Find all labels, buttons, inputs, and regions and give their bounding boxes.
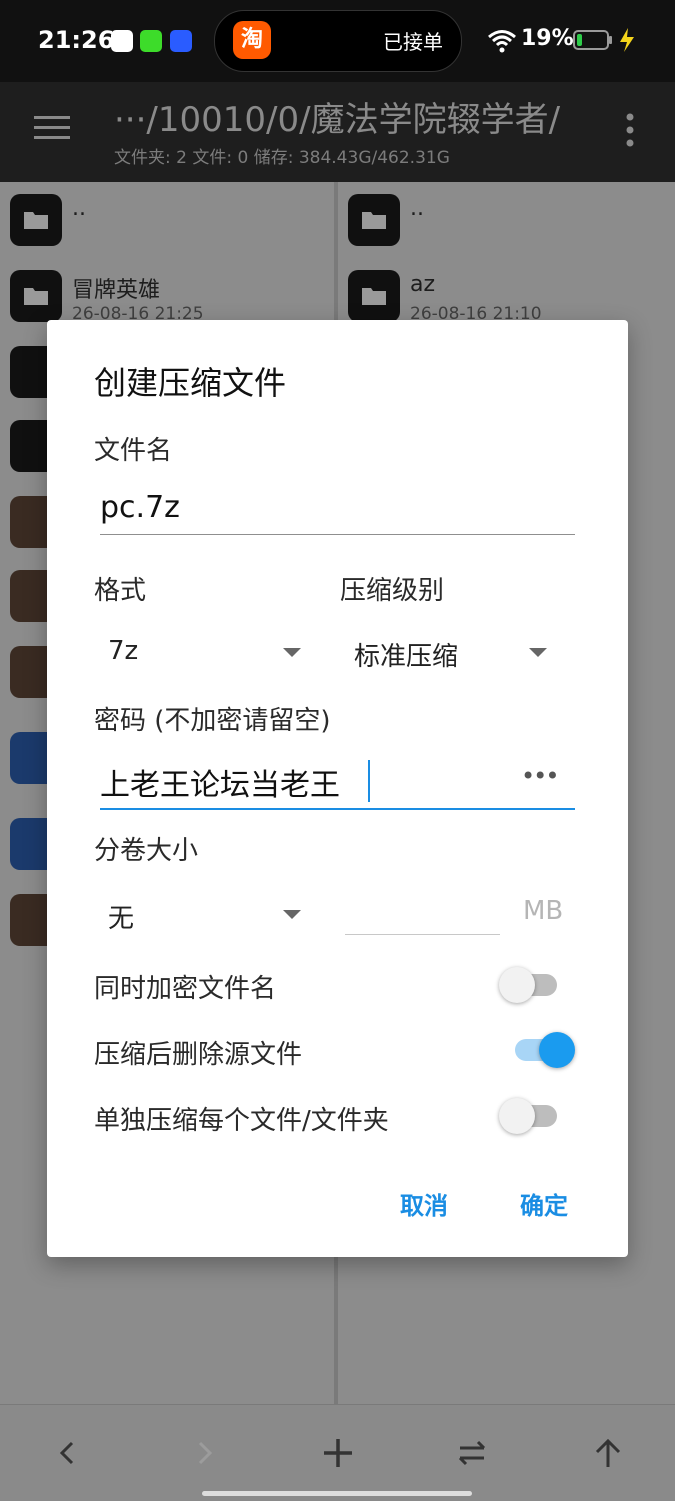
- file-name: ..: [72, 196, 86, 221]
- storage-stats: 文件夹: 2 文件: 0 储存: 384.43G/462.31G: [114, 148, 450, 168]
- add-icon[interactable]: [318, 1433, 358, 1473]
- home-indicator[interactable]: [202, 1491, 472, 1496]
- compression-level-label: 压缩级别: [340, 576, 445, 606]
- filename-underline: [100, 534, 575, 535]
- notification-app-icon: [111, 30, 133, 52]
- swap-panes-icon[interactable]: [452, 1433, 492, 1473]
- filename-input[interactable]: pc.7z: [100, 490, 180, 525]
- dynamic-island-pill[interactable]: 淘 已接单: [214, 10, 462, 72]
- folder-icon: [10, 270, 62, 322]
- status-time: 21:26: [38, 26, 115, 54]
- app-bar: ···/10010/0/魔法学院辍学者/ 文件夹: 2 文件: 0 储存: 38…: [0, 82, 675, 182]
- confirm-button[interactable]: 确定: [520, 1186, 568, 1221]
- volume-unit-label: MB: [523, 896, 564, 926]
- filename-label: 文件名: [94, 436, 173, 466]
- password-input[interactable]: 上老王论坛当老王: [100, 760, 340, 804]
- list-item[interactable]: ..: [338, 182, 675, 256]
- dropdown-caret-icon: [283, 910, 301, 919]
- volume-size-select[interactable]: 无: [94, 882, 304, 942]
- volume-size-label: 分卷大小: [94, 836, 199, 866]
- volume-size-value: 无: [108, 904, 135, 934]
- volume-size-input[interactable]: [345, 890, 500, 934]
- forward-arrow-icon[interactable]: [184, 1433, 224, 1473]
- password-label: 密码 (不加密请留空): [94, 706, 331, 736]
- format-select[interactable]: 7z: [94, 620, 304, 680]
- switch-thumb: [499, 1098, 535, 1134]
- pill-status-text: 已接单: [383, 30, 443, 54]
- file-name: ..: [410, 196, 424, 221]
- toggle-label: 同时加密文件名: [94, 974, 277, 1004]
- status-bar: 21:26 淘 已接单 19%: [0, 0, 675, 82]
- battery-icon: [573, 30, 609, 50]
- bottom-toolbar: [0, 1404, 675, 1501]
- create-archive-dialog: 创建压缩文件 文件名 pc.7z 格式 压缩级别 7z 标准压缩 密码 (不加密…: [47, 320, 628, 1257]
- notification-app-icon: [140, 30, 162, 52]
- toggle-label: 压缩后删除源文件: [94, 1040, 303, 1070]
- battery-tip: [609, 36, 612, 44]
- volume-size-underline: [345, 934, 500, 935]
- folder-icon: [10, 194, 62, 246]
- file-name: 冒牌英雄: [72, 278, 161, 303]
- compress-separately-switch[interactable]: [499, 1098, 567, 1134]
- text-cursor: [368, 760, 370, 802]
- dialog-title: 创建压缩文件: [94, 364, 287, 402]
- compression-level-value: 标准压缩: [354, 642, 459, 672]
- more-options-icon[interactable]: [622, 112, 638, 148]
- battery-percent: 19%: [521, 26, 574, 51]
- dropdown-caret-icon: [283, 648, 301, 657]
- battery-level-fill: [577, 34, 583, 46]
- up-arrow-icon[interactable]: [588, 1433, 628, 1473]
- password-underline: [100, 808, 575, 810]
- toggle-label: 单独压缩每个文件/文件夹: [94, 1106, 389, 1136]
- format-label: 格式: [94, 576, 147, 606]
- delete-source-switch[interactable]: [509, 1032, 577, 1068]
- dropdown-caret-icon: [529, 648, 547, 657]
- taobao-icon: 淘: [233, 21, 271, 59]
- switch-thumb: [539, 1032, 575, 1068]
- switch-thumb: [499, 967, 535, 1003]
- charging-icon: [620, 28, 634, 52]
- format-select-value: 7z: [108, 636, 139, 666]
- folder-icon: [348, 194, 400, 246]
- file-name: az: [410, 272, 436, 297]
- cancel-button[interactable]: 取消: [400, 1186, 448, 1221]
- compression-level-select[interactable]: 标准压缩: [340, 620, 560, 680]
- current-path: ···/10010/0/魔法学院辍学者/: [114, 100, 561, 140]
- list-item[interactable]: ..: [0, 182, 334, 256]
- encrypt-filenames-switch[interactable]: [499, 967, 567, 1003]
- password-visibility-toggle[interactable]: •••: [521, 762, 559, 790]
- notification-app-icon: [170, 30, 192, 52]
- wifi-icon: [488, 30, 516, 53]
- folder-icon: [348, 270, 400, 322]
- back-arrow-icon[interactable]: [48, 1433, 88, 1473]
- menu-icon[interactable]: [34, 114, 70, 142]
